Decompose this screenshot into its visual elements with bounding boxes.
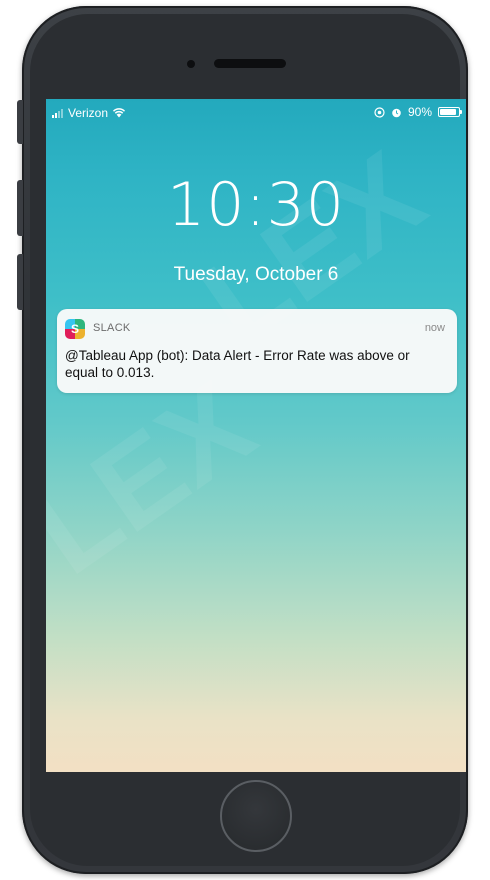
notification-app-name: SLACK bbox=[93, 322, 131, 334]
home-button[interactable] bbox=[220, 780, 292, 852]
battery-icon bbox=[438, 107, 462, 117]
lock-screen[interactable]: LEX LEX Verizon 90% 10:30 Tuesday, Octob… bbox=[46, 99, 466, 772]
status-left: Verizon bbox=[52, 106, 126, 120]
volume-down-button[interactable] bbox=[17, 254, 23, 310]
lock-screen-time: 10:30 bbox=[167, 170, 345, 240]
mute-switch[interactable] bbox=[17, 100, 23, 144]
battery-fill bbox=[440, 109, 456, 115]
wifi-icon bbox=[113, 108, 126, 118]
slack-glyph: S bbox=[70, 322, 79, 336]
notification-header: S SLACK now bbox=[65, 319, 445, 339]
status-right: 90% bbox=[374, 105, 462, 119]
carrier-name: Verizon bbox=[68, 106, 109, 120]
stage: LEX LEX Verizon 90% 10:30 Tuesday, Octob… bbox=[0, 0, 490, 880]
lock-screen-date: Tuesday, October 6 bbox=[173, 264, 339, 285]
battery-percent: 90% bbox=[407, 105, 432, 119]
notification-message: @Tableau App (bot): Data Alert - Error R… bbox=[65, 348, 410, 380]
earpiece-speaker bbox=[214, 59, 286, 68]
notification-time: now bbox=[424, 322, 445, 334]
status-bar: Verizon 90% bbox=[46, 99, 466, 127]
signal-icon bbox=[52, 108, 63, 118]
slack-app-icon: S bbox=[65, 319, 85, 339]
volume-up-button[interactable] bbox=[17, 180, 23, 236]
alarm-icon bbox=[392, 108, 401, 117]
location-icon bbox=[374, 106, 385, 118]
front-camera bbox=[187, 60, 195, 68]
notification-card[interactable]: S SLACK now @Tableau App (bot): Data Ale… bbox=[57, 309, 457, 393]
